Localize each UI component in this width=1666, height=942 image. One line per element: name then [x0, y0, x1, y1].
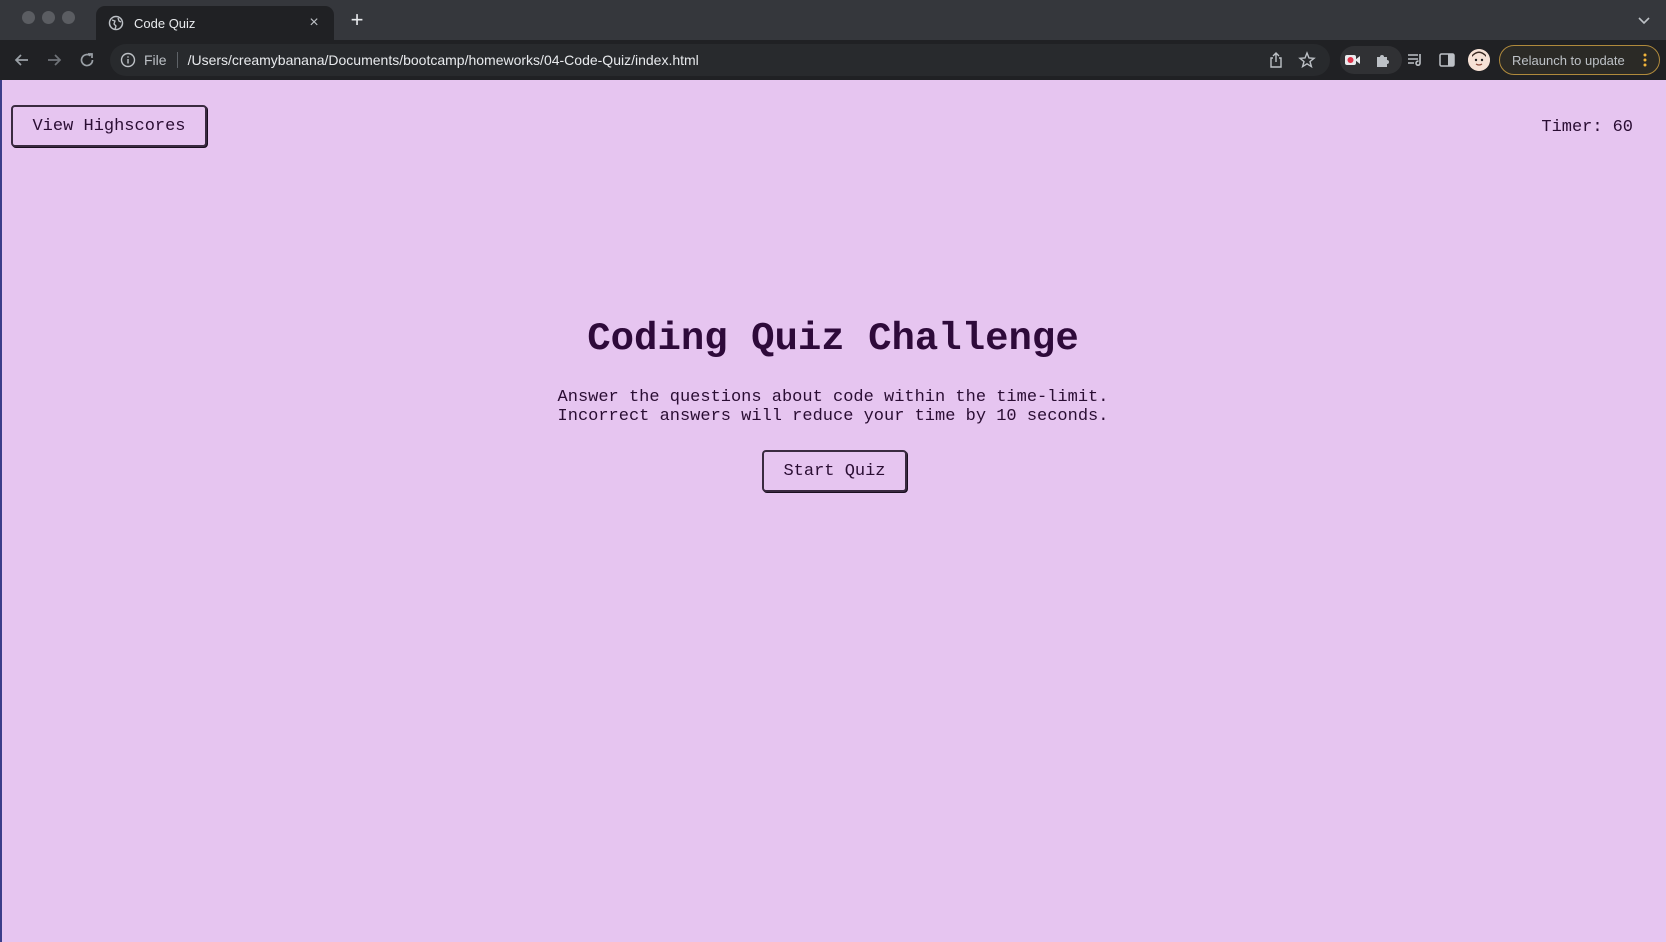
omnibox-divider — [176, 52, 178, 68]
page-title: Coding Quiz Challenge — [587, 317, 1079, 361]
chevron-down-icon[interactable] — [1636, 12, 1652, 28]
info-icon[interactable] — [120, 52, 136, 68]
timer: Timer: 60 — [1541, 118, 1633, 137]
more-vert-icon[interactable] — [1637, 52, 1653, 68]
puzzle-icon[interactable] — [1374, 51, 1392, 69]
close-window-dot[interactable] — [22, 11, 35, 24]
description-line-1: Answer the questions about code within t… — [557, 388, 1109, 407]
tab-code-quiz[interactable]: Code Quiz × — [96, 6, 334, 40]
relaunch-button[interactable]: Relaunch to update — [1499, 45, 1660, 75]
tab-strip: Code Quiz × + — [0, 0, 1666, 40]
forward-arrow-icon[interactable] — [45, 51, 63, 69]
reload-icon[interactable] — [78, 51, 96, 69]
bookmark-star-icon[interactable] — [1298, 51, 1316, 69]
url-text[interactable]: /Users/creamybanana/Documents/bootcamp/h… — [188, 52, 699, 68]
media-queue-icon[interactable] — [1406, 51, 1424, 69]
minimize-window-dot[interactable] — [42, 11, 55, 24]
side-panel-icon[interactable] — [1438, 51, 1456, 69]
share-icon[interactable] — [1268, 52, 1284, 68]
timer-value: 60 — [1612, 118, 1633, 137]
new-tab-button[interactable]: + — [346, 9, 368, 31]
address-bar[interactable]: File /Users/creamybanana/Documents/bootc… — [110, 44, 1330, 76]
window-edge — [0, 80, 2, 942]
browser-toolbar: File /Users/creamybanana/Documents/bootc… — [0, 40, 1666, 80]
page-content: View Highscores Timer: 60 Coding Quiz Cha… — [0, 80, 1666, 942]
relaunch-label: Relaunch to update — [1512, 52, 1625, 68]
back-arrow-icon[interactable] — [13, 51, 31, 69]
description-line-2: Incorrect answers will reduce your time … — [557, 407, 1109, 426]
timer-label: Timer: — [1541, 118, 1603, 137]
start-quiz-button[interactable]: Start Quiz — [762, 450, 907, 492]
record-extension-icon[interactable] — [1343, 51, 1361, 69]
close-tab-icon[interactable]: × — [306, 15, 322, 31]
tab-title: Code Quiz — [134, 15, 196, 31]
view-highscores-button[interactable]: View Highscores — [11, 105, 207, 147]
globe-icon — [108, 15, 124, 31]
scheme-label: File — [144, 52, 167, 68]
maximize-window-dot[interactable] — [62, 11, 75, 24]
quiz-description: Answer the questions about code within t… — [0, 388, 1666, 426]
profile-avatar[interactable] — [1468, 49, 1490, 71]
